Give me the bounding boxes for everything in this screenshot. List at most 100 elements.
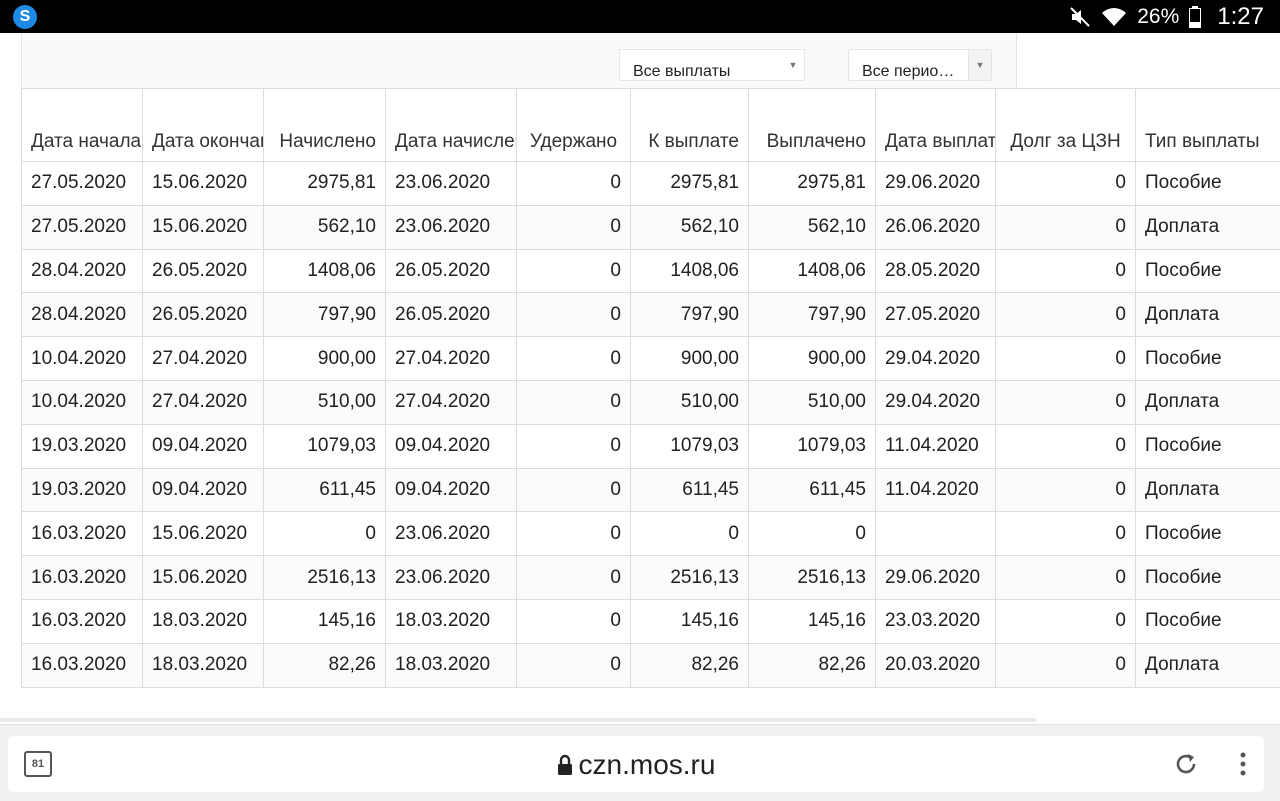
cell-end-date: 27.04.2020: [143, 337, 264, 381]
cell-payment-type: Пособие: [1136, 424, 1280, 468]
cell-paid: 145,16: [749, 599, 876, 643]
table-row[interactable]: 27.05.202015.06.20202975,8123.06.2020029…: [22, 162, 1280, 206]
cell-payment-type: Пособие: [1136, 337, 1280, 381]
cell-withheld: 0: [517, 643, 631, 687]
cell-to-pay: 2516,13: [631, 556, 749, 600]
battery-percent: 26%: [1137, 5, 1179, 29]
cell-czn-debt: 0: [996, 249, 1136, 293]
payments-filter-select[interactable]: Все выплаты ▼: [619, 49, 805, 81]
cell-paid: 562,10: [749, 205, 876, 249]
status-bar-right: 26% 1:27: [1069, 0, 1264, 33]
table-body: 27.05.202015.06.20202975,8123.06.2020029…: [22, 162, 1280, 688]
cell-payment-date: 29.06.2020: [876, 556, 996, 600]
cell-paid: 82,26: [749, 643, 876, 687]
cell-accrued: 611,45: [264, 468, 386, 512]
cell-accrued: 82,26: [264, 643, 386, 687]
cell-paid: 1408,06: [749, 249, 876, 293]
cell-payment-date: 27.05.2020: [876, 293, 996, 337]
table-row[interactable]: 19.03.202009.04.20201079,0309.04.2020010…: [22, 424, 1280, 468]
cell-accrual-date: 27.04.2020: [386, 337, 517, 381]
cell-czn-debt: 0: [996, 293, 1136, 337]
table-header-row: Дата начала Дата окончание Начислено Дат…: [22, 89, 1280, 162]
table-row[interactable]: 27.05.202015.06.2020562,1023.06.20200562…: [22, 205, 1280, 249]
cell-accrued: 145,16: [264, 599, 386, 643]
cell-start-date: 27.05.2020: [22, 205, 143, 249]
cell-to-pay: 562,10: [631, 205, 749, 249]
col-header-end-date[interactable]: Дата окончание: [143, 89, 264, 162]
page-divider: [0, 718, 1036, 722]
col-header-withheld[interactable]: Удержано: [517, 89, 631, 162]
cell-end-date: 15.06.2020: [143, 512, 264, 556]
table-row[interactable]: 10.04.202027.04.2020510,0027.04.20200510…: [22, 380, 1280, 424]
table-row[interactable]: 19.03.202009.04.2020611,4509.04.20200611…: [22, 468, 1280, 512]
status-bar: S 26% 1:27: [0, 0, 1280, 33]
cell-withheld: 0: [517, 468, 631, 512]
cell-to-pay: 2975,81: [631, 162, 749, 206]
cell-payment-type: Пособие: [1136, 599, 1280, 643]
cell-to-pay: 510,00: [631, 380, 749, 424]
web-page: Все выплаты ▼ Все перио… ▼ Дата начала Д…: [0, 33, 1280, 720]
cell-czn-debt: 0: [996, 599, 1136, 643]
overflow-menu-icon[interactable]: [1238, 750, 1248, 783]
cell-payment-type: Пособие: [1136, 249, 1280, 293]
cell-withheld: 0: [517, 162, 631, 206]
cell-czn-debt: 0: [996, 512, 1136, 556]
cell-withheld: 0: [517, 599, 631, 643]
cell-paid: 2516,13: [749, 556, 876, 600]
cell-start-date: 19.03.2020: [22, 468, 143, 512]
cell-start-date: 10.04.2020: [22, 380, 143, 424]
address-bar[interactable]: 81 czn.mos.ru: [8, 736, 1264, 792]
cell-to-pay: 900,00: [631, 337, 749, 381]
cell-accrued: 562,10: [264, 205, 386, 249]
cell-accrued: 2516,13: [264, 556, 386, 600]
cell-payment-date: 29.04.2020: [876, 337, 996, 381]
cell-end-date: 09.04.2020: [143, 424, 264, 468]
table-row[interactable]: 16.03.202015.06.20202516,1323.06.2020025…: [22, 556, 1280, 600]
col-header-payment-type[interactable]: Тип выплаты: [1136, 89, 1280, 162]
cell-accrued: 510,00: [264, 380, 386, 424]
cell-to-pay: 611,45: [631, 468, 749, 512]
browser-toolbar: 81 czn.mos.ru: [0, 724, 1280, 801]
cell-czn-debt: 0: [996, 162, 1136, 206]
col-header-to-pay[interactable]: К выплате: [631, 89, 749, 162]
cell-withheld: 0: [517, 249, 631, 293]
period-filter-value: Все перио…: [862, 63, 954, 81]
table-row[interactable]: 16.03.202018.03.2020145,1618.03.20200145…: [22, 599, 1280, 643]
cell-accrued: 900,00: [264, 337, 386, 381]
cell-payment-date: 23.03.2020: [876, 599, 996, 643]
cell-accrual-date: 18.03.2020: [386, 599, 517, 643]
col-header-czn-debt[interactable]: Долг за ЦЗН: [996, 89, 1136, 162]
cell-accrual-date: 23.06.2020: [386, 162, 517, 206]
col-header-accrual-date[interactable]: Дата начисления: [386, 89, 517, 162]
table-row[interactable]: 16.03.202015.06.2020023.06.20200000Пособ…: [22, 512, 1280, 556]
cell-payment-type: Доплата: [1136, 293, 1280, 337]
cell-czn-debt: 0: [996, 337, 1136, 381]
cell-paid: 1079,03: [749, 424, 876, 468]
table-row[interactable]: 16.03.202018.03.202082,2618.03.2020082,2…: [22, 643, 1280, 687]
col-header-accrued[interactable]: Начислено: [264, 89, 386, 162]
cell-accrual-date: 09.04.2020: [386, 424, 517, 468]
col-header-paid[interactable]: Выплачено: [749, 89, 876, 162]
cell-czn-debt: 0: [996, 380, 1136, 424]
cell-paid: 2975,81: [749, 162, 876, 206]
cell-payment-type: Пособие: [1136, 556, 1280, 600]
filter-panel: Все выплаты ▼ Все перио… ▼: [21, 33, 1017, 89]
battery-icon: [1189, 6, 1201, 28]
cell-payment-date: 26.06.2020: [876, 205, 996, 249]
cell-accrual-date: 26.05.2020: [386, 293, 517, 337]
clock: 1:27: [1217, 3, 1264, 31]
wifi-icon: [1101, 6, 1127, 28]
col-header-payment-date[interactable]: Дата выплаты: [876, 89, 996, 162]
table-row[interactable]: 28.04.202026.05.2020797,9026.05.20200797…: [22, 293, 1280, 337]
col-header-start-date[interactable]: Дата начала: [22, 89, 143, 162]
cell-end-date: 18.03.2020: [143, 643, 264, 687]
url-display[interactable]: czn.mos.ru: [8, 749, 1264, 783]
cell-payment-type: Доплата: [1136, 205, 1280, 249]
table-row[interactable]: 10.04.202027.04.2020900,0027.04.20200900…: [22, 337, 1280, 381]
reload-icon[interactable]: [1172, 750, 1200, 783]
table-row[interactable]: 28.04.202026.05.20201408,0626.05.2020014…: [22, 249, 1280, 293]
cell-end-date: 26.05.2020: [143, 249, 264, 293]
cell-czn-debt: 0: [996, 424, 1136, 468]
period-filter-select[interactable]: Все перио… ▼: [848, 49, 992, 81]
cell-payment-date: 29.06.2020: [876, 162, 996, 206]
